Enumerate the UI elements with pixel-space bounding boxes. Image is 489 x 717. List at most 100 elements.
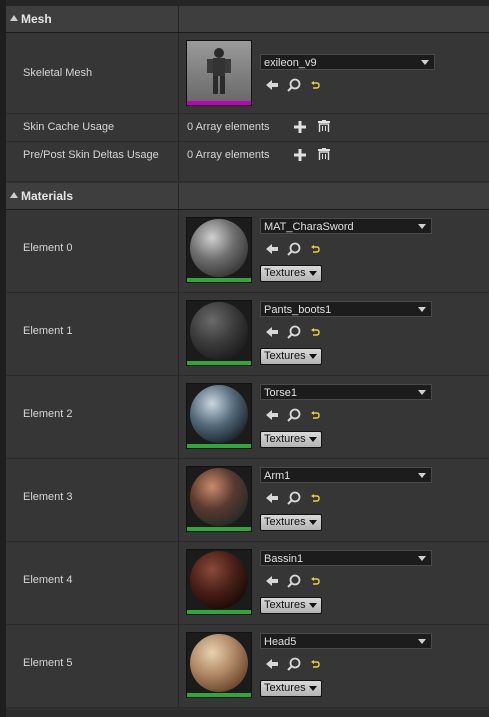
material-sphere-icon bbox=[187, 467, 251, 527]
panel-bottom bbox=[6, 710, 489, 717]
reset-to-default-icon[interactable] bbox=[308, 77, 324, 93]
material-element-row: Element 4 Bassin1 Textures bbox=[6, 542, 489, 625]
column-divider bbox=[178, 376, 179, 458]
material-sphere-icon bbox=[187, 633, 251, 693]
textures-dropdown-button[interactable]: Textures bbox=[260, 265, 322, 282]
textures-label: Textures bbox=[264, 350, 306, 362]
reset-to-default-icon[interactable] bbox=[308, 324, 324, 340]
material-element-label: Element 3 bbox=[23, 491, 73, 503]
skeletal-mesh-thumbnail[interactable] bbox=[186, 40, 252, 106]
asset-type-bar bbox=[187, 444, 251, 448]
collapse-arrow-icon[interactable] bbox=[10, 15, 18, 21]
material-value: Bassin1 bbox=[264, 553, 304, 565]
use-selected-arrow-icon[interactable] bbox=[264, 77, 280, 93]
chevron-down-icon bbox=[418, 639, 426, 644]
material-sphere-icon bbox=[187, 384, 251, 444]
material-combo[interactable]: Torse1 bbox=[260, 384, 432, 400]
chevron-down-icon bbox=[309, 354, 317, 359]
browse-search-icon[interactable] bbox=[286, 324, 302, 340]
material-combo[interactable]: Head5 bbox=[260, 633, 432, 649]
material-thumbnail[interactable] bbox=[186, 466, 252, 532]
textures-dropdown-button[interactable]: Textures bbox=[260, 514, 322, 531]
use-selected-arrow-icon[interactable] bbox=[264, 407, 280, 423]
use-selected-arrow-icon[interactable] bbox=[264, 573, 280, 589]
collapse-arrow-icon[interactable] bbox=[10, 192, 18, 198]
reset-to-default-icon[interactable] bbox=[308, 490, 324, 506]
chevron-down-icon bbox=[418, 224, 426, 229]
details-panel: Mesh Skeletal Mesh exileon_v9 Skin Cache… bbox=[6, 0, 489, 717]
reset-to-default-icon[interactable] bbox=[308, 407, 324, 423]
skin-cache-label: Skin Cache Usage bbox=[23, 121, 115, 133]
chevron-down-icon bbox=[418, 473, 426, 478]
asset-type-bar bbox=[187, 361, 251, 365]
mesh-category-header[interactable]: Mesh bbox=[6, 6, 489, 33]
chevron-down-icon bbox=[309, 520, 317, 525]
material-element-row: Element 0 MAT_CharaSword Textures bbox=[6, 210, 489, 293]
textures-label: Textures bbox=[264, 682, 306, 694]
skeletal-mesh-combo[interactable]: exileon_v9 bbox=[260, 54, 435, 70]
material-thumbnail[interactable] bbox=[186, 217, 252, 283]
reset-to-default-icon[interactable] bbox=[308, 241, 324, 257]
column-divider bbox=[178, 210, 179, 292]
material-thumbnail[interactable] bbox=[186, 383, 252, 449]
material-thumbnail[interactable] bbox=[186, 549, 252, 615]
material-element-label: Element 1 bbox=[23, 325, 73, 337]
skin-deltas-label: Pre/Post Skin Deltas Usage bbox=[23, 149, 159, 161]
textures-label: Textures bbox=[264, 599, 306, 611]
column-divider bbox=[178, 142, 179, 181]
material-thumbnail[interactable] bbox=[186, 632, 252, 698]
browse-search-icon[interactable] bbox=[286, 490, 302, 506]
column-divider bbox=[178, 6, 179, 32]
add-element-icon[interactable] bbox=[294, 121, 306, 133]
material-combo[interactable]: Arm1 bbox=[260, 467, 432, 483]
delete-all-trash-icon[interactable] bbox=[318, 120, 330, 132]
textures-label: Textures bbox=[264, 433, 306, 445]
column-divider bbox=[178, 293, 179, 375]
material-sphere-icon bbox=[187, 301, 251, 361]
browse-search-icon[interactable] bbox=[286, 77, 302, 93]
material-thumbnail[interactable] bbox=[186, 300, 252, 366]
use-selected-arrow-icon[interactable] bbox=[264, 241, 280, 257]
column-divider bbox=[178, 625, 179, 707]
browse-search-icon[interactable] bbox=[286, 241, 302, 257]
reset-to-default-icon[interactable] bbox=[308, 656, 324, 672]
material-sphere-icon bbox=[187, 550, 251, 610]
asset-type-bar bbox=[187, 527, 251, 531]
asset-type-bar bbox=[187, 693, 251, 697]
reset-to-default-icon[interactable] bbox=[308, 573, 324, 589]
delete-all-trash-icon[interactable] bbox=[318, 148, 330, 160]
material-combo[interactable]: MAT_CharaSword bbox=[260, 218, 432, 234]
chevron-down-icon bbox=[418, 307, 426, 312]
use-selected-arrow-icon[interactable] bbox=[264, 324, 280, 340]
material-combo[interactable]: Pants_boots1 bbox=[260, 301, 432, 317]
skin-deltas-value: 0 Array elements bbox=[187, 149, 270, 161]
add-element-icon[interactable] bbox=[294, 149, 306, 161]
materials-category-title: Materials bbox=[21, 189, 74, 203]
browse-search-icon[interactable] bbox=[286, 573, 302, 589]
column-divider bbox=[178, 183, 179, 209]
skin-cache-value: 0 Array elements bbox=[187, 121, 270, 133]
asset-type-bar bbox=[187, 610, 251, 614]
materials-category-header[interactable]: Materials bbox=[6, 183, 489, 210]
material-value: MAT_CharaSword bbox=[264, 221, 354, 233]
skin-deltas-row: Pre/Post Skin Deltas Usage 0 Array eleme… bbox=[6, 142, 489, 182]
browse-search-icon[interactable] bbox=[286, 407, 302, 423]
textures-dropdown-button[interactable]: Textures bbox=[260, 680, 322, 697]
material-element-row: Element 2 Torse1 Textures bbox=[6, 376, 489, 459]
material-element-label: Element 5 bbox=[23, 657, 73, 669]
browse-search-icon[interactable] bbox=[286, 656, 302, 672]
material-value: Pants_boots1 bbox=[264, 304, 332, 316]
textures-dropdown-button[interactable]: Textures bbox=[260, 431, 322, 448]
use-selected-arrow-icon[interactable] bbox=[264, 656, 280, 672]
chevron-down-icon bbox=[309, 437, 317, 442]
chevron-down-icon bbox=[309, 603, 317, 608]
skeletal-mesh-label: Skeletal Mesh bbox=[23, 67, 93, 79]
textures-dropdown-button[interactable]: Textures bbox=[260, 597, 322, 614]
material-combo[interactable]: Bassin1 bbox=[260, 550, 432, 566]
column-divider bbox=[178, 114, 179, 141]
use-selected-arrow-icon[interactable] bbox=[264, 490, 280, 506]
material-element-label: Element 4 bbox=[23, 574, 73, 586]
textures-dropdown-button[interactable]: Textures bbox=[260, 348, 322, 365]
asset-type-bar bbox=[187, 101, 251, 105]
material-value: Arm1 bbox=[264, 470, 291, 482]
